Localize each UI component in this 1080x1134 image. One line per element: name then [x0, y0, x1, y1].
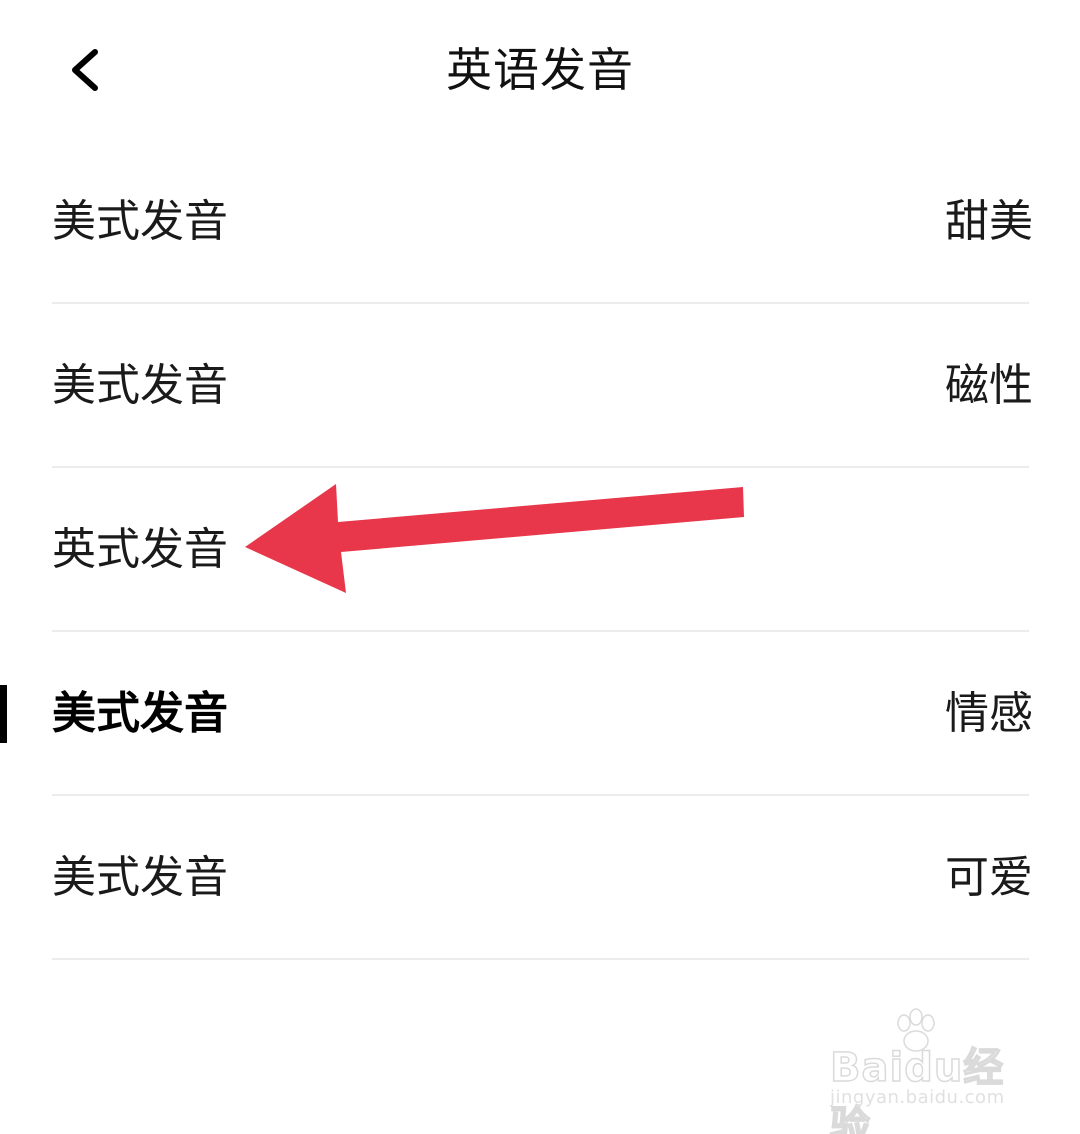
voice-list: 美式发音 甜美 美式发音 磁性 英式发音 美式发音 情感 美式发音 可爱: [0, 140, 1080, 960]
voice-option-1[interactable]: 美式发音 磁性: [0, 304, 1080, 468]
voice-option-label: 美式发音: [52, 852, 228, 903]
divider: [52, 958, 1029, 960]
watermark-url: jingyan.baidu.com: [830, 1087, 1005, 1108]
voice-option-label: 美式发音: [52, 360, 228, 411]
voice-option-2[interactable]: 英式发音: [0, 468, 1080, 632]
voice-option-label: 英式发音: [52, 524, 228, 575]
voice-option-style: 情感: [945, 688, 1033, 739]
watermark: Baidu经验 jingyan.baidu.com: [820, 1008, 1040, 1134]
voice-settings-page: 英语发音 美式发音 甜美 美式发音 磁性 英式发音 美式发音 情感 美式发音 可…: [0, 0, 1080, 1134]
voice-option-style: 磁性: [945, 360, 1033, 411]
voice-option-0[interactable]: 美式发音 甜美: [0, 140, 1080, 304]
voice-option-label: 美式发音: [52, 196, 228, 247]
voice-option-label: 美式发音: [52, 688, 228, 739]
voice-option-style: 可爱: [945, 852, 1033, 903]
voice-option-3[interactable]: 美式发音 情感: [0, 632, 1080, 796]
selected-indicator: [0, 685, 7, 743]
header: 英语发音: [0, 0, 1080, 145]
voice-option-style: 甜美: [945, 196, 1033, 247]
watermark-brand: Baidu经验: [829, 1044, 1005, 1134]
page-title: 英语发音: [446, 43, 634, 97]
voice-option-4[interactable]: 美式发音 可爱: [0, 796, 1080, 960]
